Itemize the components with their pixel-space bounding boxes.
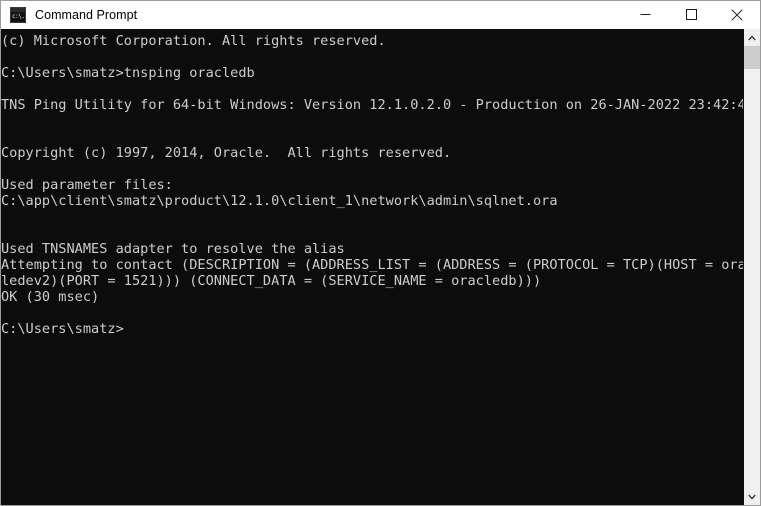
title-bar-left: c:\. Command Prompt [1, 7, 622, 23]
scroll-up-button[interactable] [743, 29, 760, 46]
close-icon [731, 8, 743, 21]
scrollbar-track[interactable] [743, 46, 760, 488]
window-title: Command Prompt [35, 8, 138, 22]
chevron-up-icon [748, 34, 756, 40]
icon-prompt-glyph: c:\. [11, 12, 25, 22]
scrollbar-thumb[interactable] [743, 46, 760, 69]
window-controls [622, 1, 760, 30]
minimize-icon [640, 14, 650, 15]
maximize-button[interactable] [668, 1, 714, 29]
maximize-icon [685, 9, 697, 20]
terminal-text: (c) Microsoft Corporation. All rights re… [1, 33, 743, 337]
scroll-down-button[interactable] [743, 488, 760, 505]
command-prompt-icon[interactable]: c:\. [10, 7, 26, 23]
console-area: (c) Microsoft Corporation. All rights re… [0, 29, 761, 506]
close-button[interactable] [714, 1, 760, 29]
terminal-output-pane[interactable]: (c) Microsoft Corporation. All rights re… [1, 29, 743, 505]
title-bar[interactable]: c:\. Command Prompt [0, 0, 761, 29]
vertical-scrollbar[interactable] [743, 29, 760, 505]
chevron-down-icon [748, 494, 756, 500]
minimize-button[interactable] [622, 1, 668, 29]
command-prompt-window: c:\. Command Prompt (c) Microsoft Corpor… [0, 0, 761, 506]
